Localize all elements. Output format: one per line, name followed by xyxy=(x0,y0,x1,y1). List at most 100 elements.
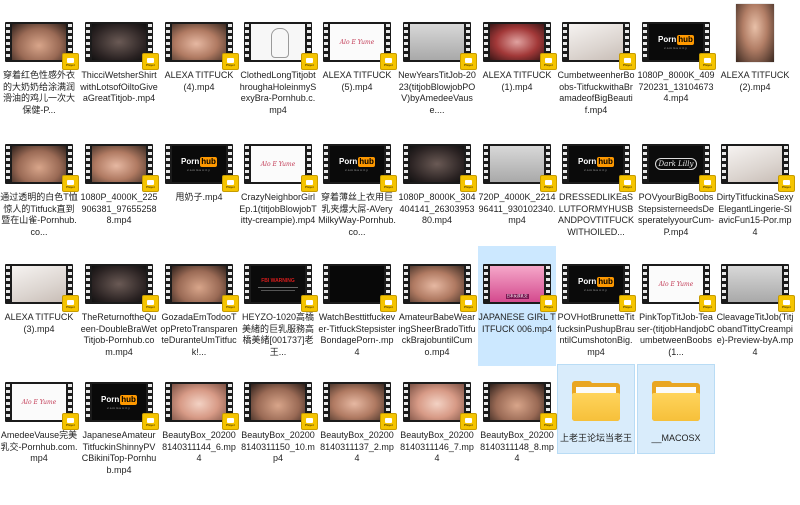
file-item[interactable]: Porn hub community Player DRESSEDLIKEaSLUTFO… xyxy=(557,126,636,246)
file-item[interactable]: Alo E Yume Player PinkTopTitJob-Teaser-(ti… xyxy=(637,246,716,366)
file-item[interactable]: Player 1080P_8000K_304404141_2630395380.m… xyxy=(398,126,477,246)
pornhub-logo-text: Porn hub xyxy=(101,394,137,405)
file-item[interactable]: Alo E Yume Player ALEXA TITFUCK (5).mp4 xyxy=(318,4,397,124)
file-item[interactable]: Porn hub community Player JapaneseAmateurTit… xyxy=(80,364,159,484)
folder-front xyxy=(652,393,700,421)
file-item[interactable]: Player WatchBesttitfuckever-TitfuckStepsi… xyxy=(318,246,397,366)
film-perforation xyxy=(6,24,10,60)
warning-line xyxy=(258,286,298,288)
film-perforation xyxy=(245,384,249,420)
file-item[interactable]: Player 720P_4000K_221496411_930102340.mp4 xyxy=(478,126,557,246)
file-item[interactable]: Porn hub community Player 穿着薄丝上衣用巨乳夹爆大屌-AVer… xyxy=(318,126,397,246)
file-item[interactable]: Player GozadaEmTodooTopPretoTransparenteD… xyxy=(160,246,239,366)
folder-item[interactable]: __MACOSX xyxy=(637,364,715,454)
file-item[interactable]: Porn hub community Player POVHotBrunetteTitf… xyxy=(557,246,636,366)
signature-text: Alo E Yume xyxy=(339,38,375,46)
file-item[interactable]: Player TheReturnoftheQueen-DoubleBraWetTi… xyxy=(80,246,159,366)
file-name: HEYZO-1020高橋美緒的巨乳服務高橋美緒[001737]老王... xyxy=(241,312,315,357)
file-item[interactable]: Player CumbetweenherBoobs-TitfuckwithaBra… xyxy=(557,4,636,124)
badge-label: Player xyxy=(304,62,314,67)
film-perforation xyxy=(166,266,170,302)
file-item[interactable]: Player BeautyBox_202008140311144_6.mp4 xyxy=(160,364,239,484)
folder-item[interactable]: 上老王论坛当老王 xyxy=(557,364,635,454)
file-item[interactable]: Player 穿着红色性感外衣的大奶奶给涂满润滑油的鸡儿一次大保健-P... xyxy=(0,4,79,124)
badge-label: Player xyxy=(65,304,75,309)
pornhub-logo-sub: community xyxy=(664,45,688,50)
badge-label: Player xyxy=(304,422,314,427)
media-player-badge-icon: Player xyxy=(301,413,318,430)
pornhub-logo-box: hub xyxy=(200,156,217,167)
video-frame: Porn hub community xyxy=(172,146,226,182)
file-item[interactable]: Player ClothedLongTitjobthroughaHoleinmyS… xyxy=(239,4,318,124)
video-frame xyxy=(728,266,782,302)
file-name: DRESSEDLIKEaSLUTFORMYHUSBANDPOVTITFUCKWI… xyxy=(557,192,634,237)
badge-label: Player xyxy=(702,184,712,189)
video-thumbnail: Player xyxy=(483,144,557,192)
badge-label: Player xyxy=(145,304,155,309)
signature-watermark: Alo E Yume xyxy=(330,24,384,60)
film-perforation xyxy=(563,146,567,182)
pornhub-logo-box: hub xyxy=(677,34,694,45)
file-item[interactable]: Player AmateurBabeWearingSheerBradoTitfuc… xyxy=(398,246,477,366)
media-player-badge-icon: Player xyxy=(380,175,397,192)
video-thumbnail: Porn hub community Player xyxy=(323,144,397,192)
pornhub-logo-box: hub xyxy=(120,394,137,405)
file-item[interactable]: Player ALEXA TITFUCK (4).mp4 xyxy=(160,4,239,124)
video-thumbnail: 日本女孩乳交 Player xyxy=(483,264,557,312)
file-item[interactable]: Player BeautyBox_202008140311148_8.mp4 xyxy=(478,364,557,484)
file-item[interactable]: Player 1080P_4000K_225906381_976552588.mp… xyxy=(80,126,159,246)
badge-label: Player xyxy=(702,304,712,309)
video-frame xyxy=(490,146,544,182)
film-perforation xyxy=(245,24,249,60)
media-player-badge-icon: Player xyxy=(222,413,239,430)
folder-icon xyxy=(572,381,620,423)
media-player-badge-icon: Player xyxy=(619,295,636,312)
video-thumbnail: Player xyxy=(165,382,239,430)
file-name: 穿着薄丝上衣用巨乳夹爆大屌-AVeryMilkyWay-Pornhub.co..… xyxy=(318,192,396,237)
video-thumbnail: Player xyxy=(244,382,318,430)
file-item[interactable]: Dark Lilly Player POVyourBigBoobsStepsiste… xyxy=(637,126,716,246)
video-frame xyxy=(251,384,305,420)
file-item[interactable]: Player CleavageTitJob(TitjobandTittyCream… xyxy=(716,246,795,366)
file-name: ClothedLongTitjobthroughaHoleinmySexyBra… xyxy=(239,70,317,115)
video-thumbnail: Player xyxy=(403,144,477,192)
media-player-badge-icon: Player xyxy=(222,53,239,70)
media-player-badge-icon: Player xyxy=(699,53,716,70)
film-perforation xyxy=(643,266,647,302)
film-perforation xyxy=(404,266,408,302)
file-grid: Player 穿着红色性感外衣的大奶奶给涂满润滑油的鸡儿一次大保健-P... Pla… xyxy=(0,0,800,505)
file-name: CrazyNeighborGirlEp.1(titjobBlowjobTitty… xyxy=(239,192,317,225)
file-item[interactable]: Player BeautyBox_202008140311146_7.mp4 xyxy=(398,364,477,484)
image-thumbnail xyxy=(732,4,778,62)
file-name: 1080P_4000K_225906381_976552588.mp4 xyxy=(80,192,158,225)
file-item[interactable]: Alo E Yume Player CrazyNeighborGirlEp.1(ti… xyxy=(239,126,318,246)
file-item[interactable]: Player BeautyBox_202008140311137_2.mp4 xyxy=(318,364,397,484)
file-item[interactable]: Alo E Yume Player AmedeeVause完美乳交-Pornhub.… xyxy=(0,364,79,484)
video-frame: Alo E Yume xyxy=(12,384,66,420)
video-frame xyxy=(92,146,146,182)
file-item[interactable]: Porn hub community Player 甩奶子.mp4 xyxy=(160,126,239,246)
film-perforation xyxy=(484,266,488,302)
file-item[interactable]: Player ALEXA TITFUCK (1).mp4 xyxy=(478,4,557,124)
pornhub-logo: Porn hub community xyxy=(92,384,146,420)
signature-watermark: Alo E Yume xyxy=(251,146,305,182)
file-item[interactable]: 日本女孩乳交 Player JAPANESE GIRL TITFUCK 006.mp… xyxy=(478,246,557,366)
file-item[interactable]: ALEXA TITFUCK (2).mp4 xyxy=(716,4,794,124)
badge-label: Player xyxy=(463,184,473,189)
file-item[interactable]: Player BeautyBox_202008140311150_10.mp4 xyxy=(239,364,318,484)
pornhub-logo-word: Porn xyxy=(101,394,120,404)
file-item[interactable]: Porn hub community Player 1080P_8000K_409720… xyxy=(637,4,716,124)
film-perforation xyxy=(643,146,647,182)
file-item[interactable]: Player 通过透明的白色T恤惊人的Titfuck直到暨在山雀-Pornhub.… xyxy=(0,126,79,246)
film-perforation xyxy=(86,24,90,60)
film-perforation xyxy=(643,24,647,60)
video-frame: 日本女孩乳交 xyxy=(490,266,544,302)
video-thumbnail: Porn hub community Player xyxy=(562,264,636,312)
file-item[interactable]: Player ALEXA TITFUCK (3).mp4 xyxy=(0,246,79,366)
file-item[interactable]: FBI WARNING Player HEYZO-1020高橋美緒的巨乳服務高橋美緒… xyxy=(239,246,318,366)
media-player-badge-icon: Player xyxy=(540,295,557,312)
file-item[interactable]: Player DirtyTitfuckinaSexyElegantLingerie… xyxy=(716,126,795,246)
file-item[interactable]: Player NewYearsTitJob-2023(titjobBlowjobP… xyxy=(398,4,477,124)
file-item[interactable]: Player ThicciWetsherShirtwithLotsofOiltoG… xyxy=(80,4,159,124)
media-player-badge-icon: Player xyxy=(380,53,397,70)
